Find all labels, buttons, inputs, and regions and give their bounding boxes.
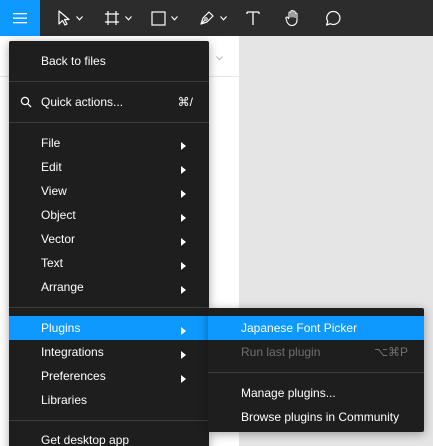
hamburger-menu-icon (13, 12, 27, 24)
shape-tool-button[interactable] (146, 0, 182, 36)
main-menu: Back to files Quick actions... ⌘/ File E… (9, 41, 209, 446)
pen-tool-button[interactable] (195, 0, 231, 36)
menu-item-label: Vector (41, 232, 76, 246)
keyboard-shortcut: ⌥⌘P (374, 345, 408, 359)
menu-item-label: Arrange (41, 280, 84, 294)
menu-item-label: Text (41, 256, 64, 270)
search-icon (20, 96, 32, 111)
keyboard-shortcut: ⌘/ (177, 95, 193, 109)
chevron-down-icon (125, 15, 132, 21)
menu-item-label: Get desktop app (41, 433, 130, 446)
menu-separator (208, 372, 424, 373)
menu-separator (9, 122, 209, 123)
menu-item-label: Libraries (41, 393, 88, 407)
chevron-right-icon (181, 139, 186, 153)
submenu-item-label: Browse plugins in Community (241, 410, 400, 424)
comment-tool-button[interactable] (322, 0, 344, 36)
submenu-item-japanese-font-picker[interactable]: Japanese Font Picker (208, 316, 424, 340)
chevron-right-icon (181, 283, 186, 297)
pen-tool-icon (199, 10, 215, 26)
chevron-right-icon (181, 348, 186, 362)
move-tool-icon (57, 10, 71, 26)
shape-tool-icon (150, 10, 166, 26)
chevron-right-icon (181, 235, 186, 249)
menu-item-label: Integrations (41, 345, 104, 359)
menu-item-label: Object (41, 208, 76, 222)
submenu-item-label: Japanese Font Picker (241, 321, 358, 335)
menu-item-label: Preferences (41, 369, 106, 383)
frame-tool-icon (104, 10, 120, 26)
main-menu-button[interactable] (0, 0, 40, 36)
comment-tool-icon (325, 10, 342, 27)
top-toolbar (0, 0, 433, 36)
menu-item-view[interactable]: View (9, 179, 209, 203)
chevron-right-icon (181, 211, 186, 225)
menu-item-get-desktop-app[interactable]: Get desktop app (9, 428, 209, 446)
chevron-down-icon (76, 15, 83, 21)
menu-item-label: File (41, 136, 61, 150)
menu-item-quick-actions[interactable]: Quick actions... ⌘/ (9, 90, 209, 114)
hand-tool-icon (284, 9, 302, 27)
menu-item-plugins[interactable]: Plugins (9, 316, 209, 340)
submenu-item-label: Manage plugins... (241, 386, 336, 400)
menu-item-label: Plugins (41, 321, 81, 335)
menu-item-file[interactable]: File (9, 131, 209, 155)
menu-item-label: View (41, 184, 67, 198)
chevron-right-icon (181, 259, 186, 273)
chevron-down-icon (220, 15, 227, 21)
menu-item-preferences[interactable]: Preferences (9, 364, 209, 388)
menu-item-arrange[interactable]: Arrange (9, 275, 209, 299)
menu-separator (9, 81, 209, 82)
move-tool-button[interactable] (52, 0, 88, 36)
menu-separator (9, 420, 209, 421)
submenu-item-label: Run last plugin (241, 345, 321, 359)
frame-tool-button[interactable] (100, 0, 136, 36)
hand-tool-button[interactable] (282, 0, 304, 36)
chevron-right-icon (181, 187, 186, 201)
menu-item-object[interactable]: Object (9, 203, 209, 227)
menu-item-label: Back to files (41, 54, 106, 68)
submenu-item-run-last-plugin: Run last plugin ⌥⌘P (208, 340, 424, 364)
text-tool-icon (246, 10, 260, 26)
menu-item-edit[interactable]: Edit (9, 155, 209, 179)
chevron-down-icon (170, 15, 178, 21)
submenu-item-manage-plugins[interactable]: Manage plugins... (208, 381, 424, 405)
submenu-item-browse-plugins[interactable]: Browse plugins in Community (208, 405, 424, 429)
menu-separator (9, 307, 209, 308)
chevron-right-icon (181, 163, 186, 177)
plugins-submenu: Japanese Font Picker Run last plugin ⌥⌘P… (208, 308, 424, 432)
chevron-down-icon (216, 50, 223, 64)
menu-item-integrations[interactable]: Integrations (9, 340, 209, 364)
menu-item-vector[interactable]: Vector (9, 227, 209, 251)
menu-item-label: Quick actions... (41, 95, 124, 109)
menu-item-back-to-files[interactable]: Back to files (9, 49, 209, 73)
text-tool-button[interactable] (243, 0, 263, 36)
menu-item-libraries[interactable]: Libraries (9, 388, 209, 412)
menu-item-text[interactable]: Text (9, 251, 209, 275)
chevron-right-icon (181, 324, 186, 338)
menu-item-label: Edit (41, 160, 62, 174)
chevron-right-icon (181, 372, 186, 386)
